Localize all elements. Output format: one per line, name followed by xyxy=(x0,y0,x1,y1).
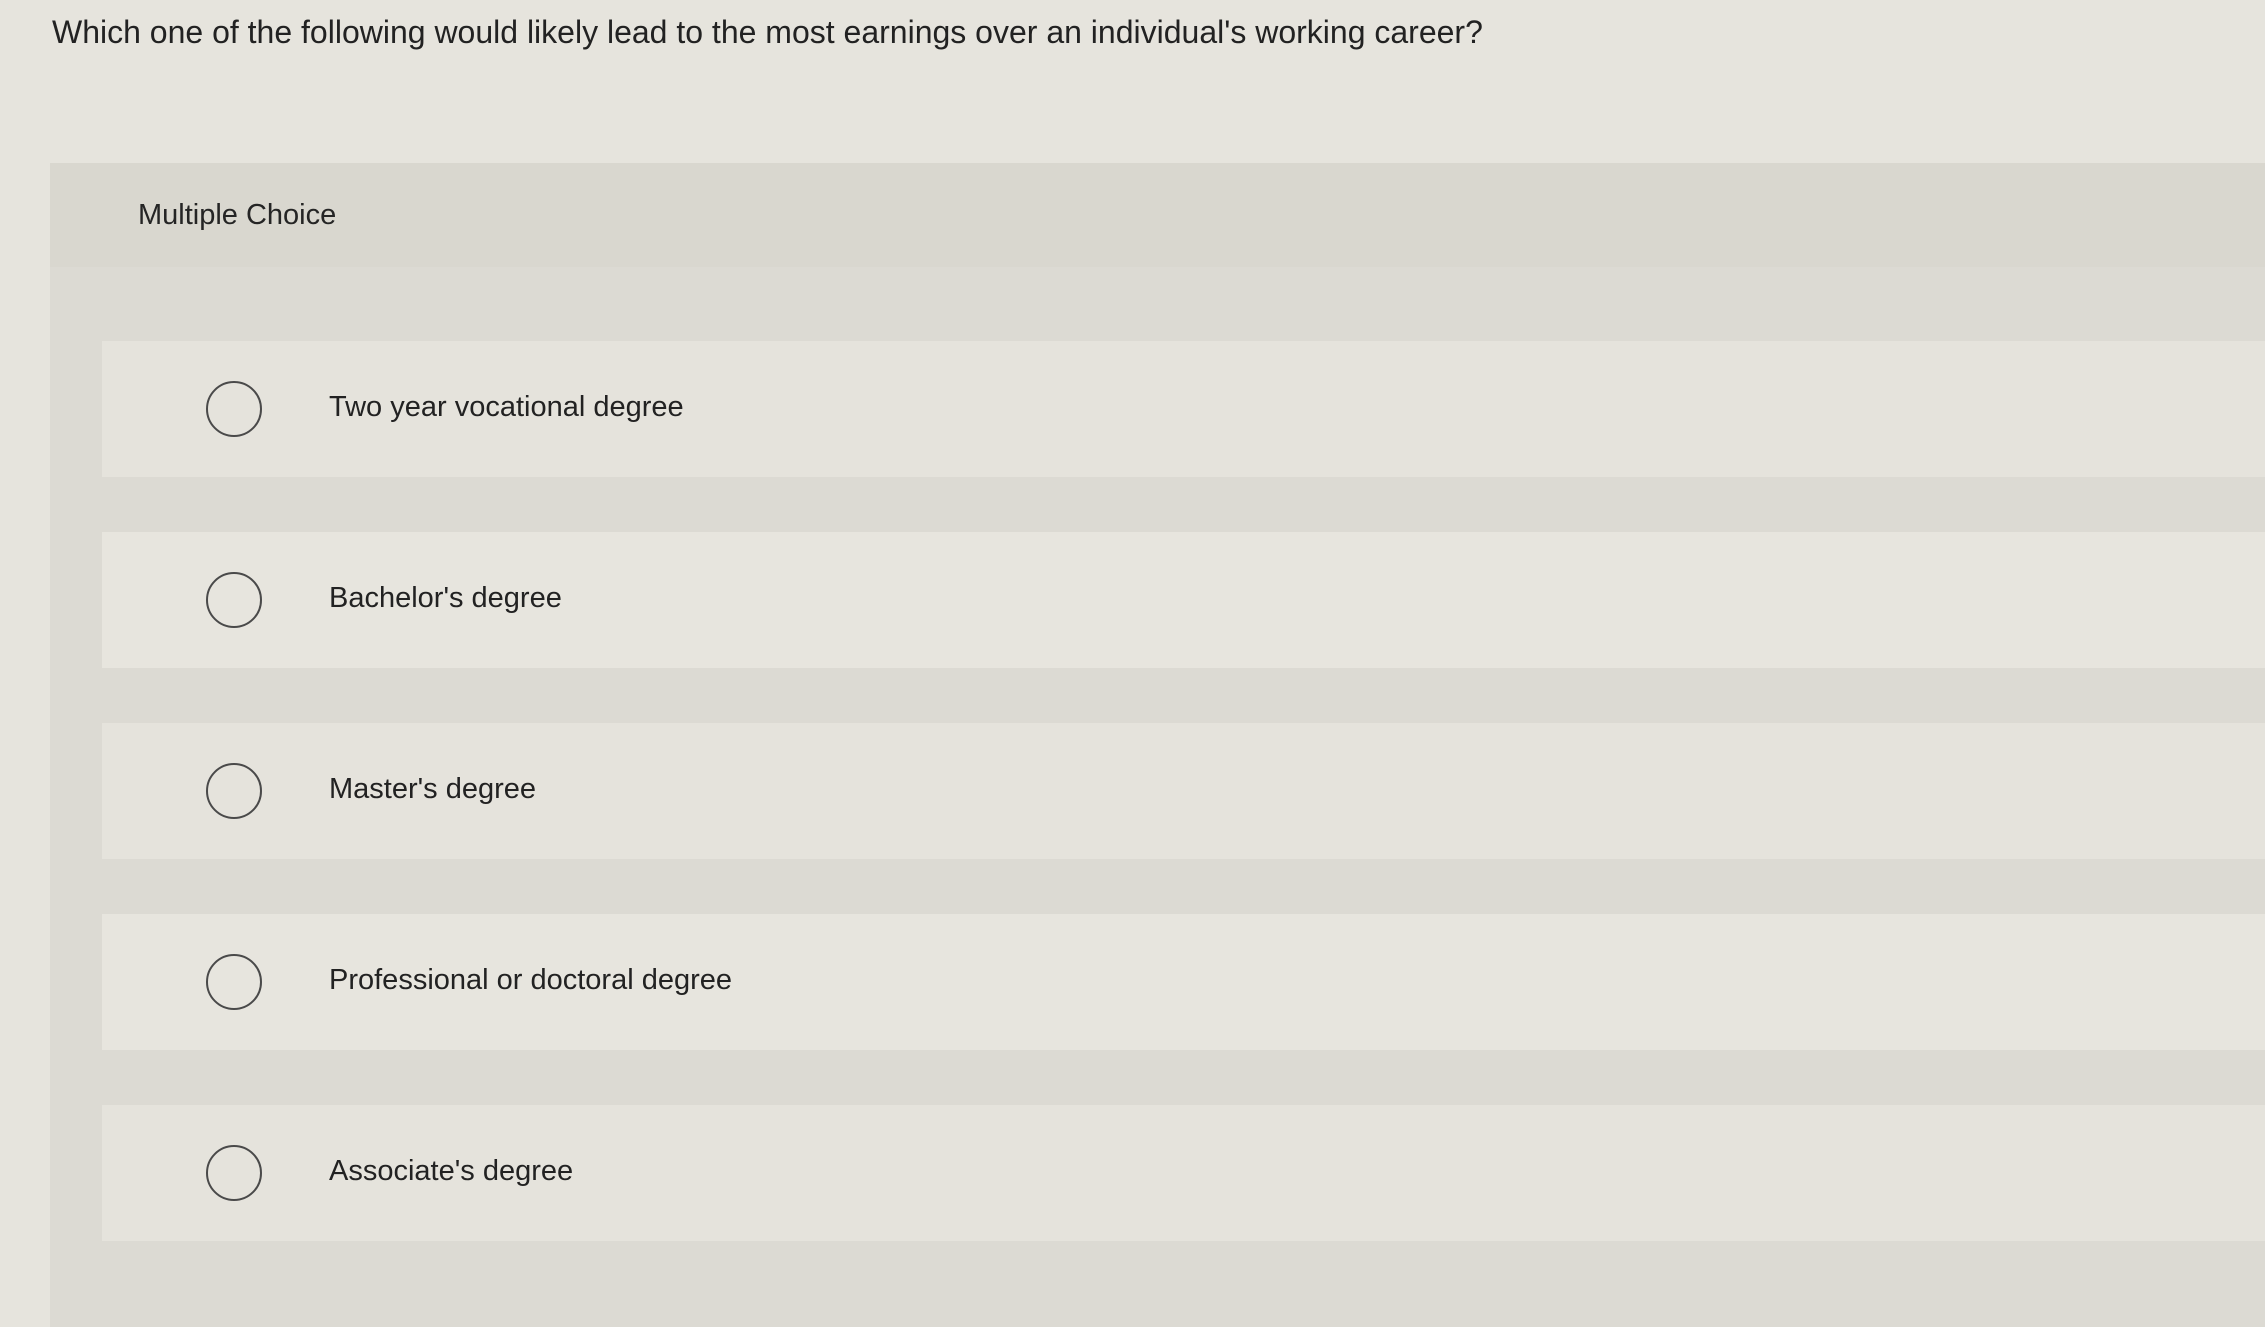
answer-option-label: Professional or doctoral degree xyxy=(329,964,733,996)
answer-option-label: Master's degree xyxy=(329,773,537,805)
answer-option-associates[interactable]: Associate's degree xyxy=(102,1105,2265,1241)
question-text: Which one of the following would likely … xyxy=(52,14,1483,50)
radio-button[interactable] xyxy=(206,954,262,1010)
answer-option-masters[interactable]: Master's degree xyxy=(102,723,2265,859)
card-header: Multiple Choice xyxy=(50,163,2265,267)
answer-option-bachelors[interactable]: Bachelor's degree xyxy=(102,532,2265,668)
answer-option-label: Associate's degree xyxy=(329,1155,574,1187)
radio-button[interactable] xyxy=(206,1145,262,1201)
radio-button[interactable] xyxy=(206,381,262,437)
answer-option-two-year-vocational[interactable]: Two year vocational degree xyxy=(102,341,2265,477)
question-type-label: Multiple Choice xyxy=(138,199,337,231)
radio-button[interactable] xyxy=(206,572,262,628)
answer-options-list: Two year vocational degree Bachelor's de… xyxy=(102,341,2265,1296)
multiple-choice-card: Multiple Choice Two year vocational degr… xyxy=(50,163,2265,1327)
answer-option-label: Two year vocational degree xyxy=(329,391,684,423)
radio-button[interactable] xyxy=(206,763,262,819)
answer-option-professional-doctoral[interactable]: Professional or doctoral degree xyxy=(102,914,2265,1050)
answer-option-label: Bachelor's degree xyxy=(329,582,562,614)
